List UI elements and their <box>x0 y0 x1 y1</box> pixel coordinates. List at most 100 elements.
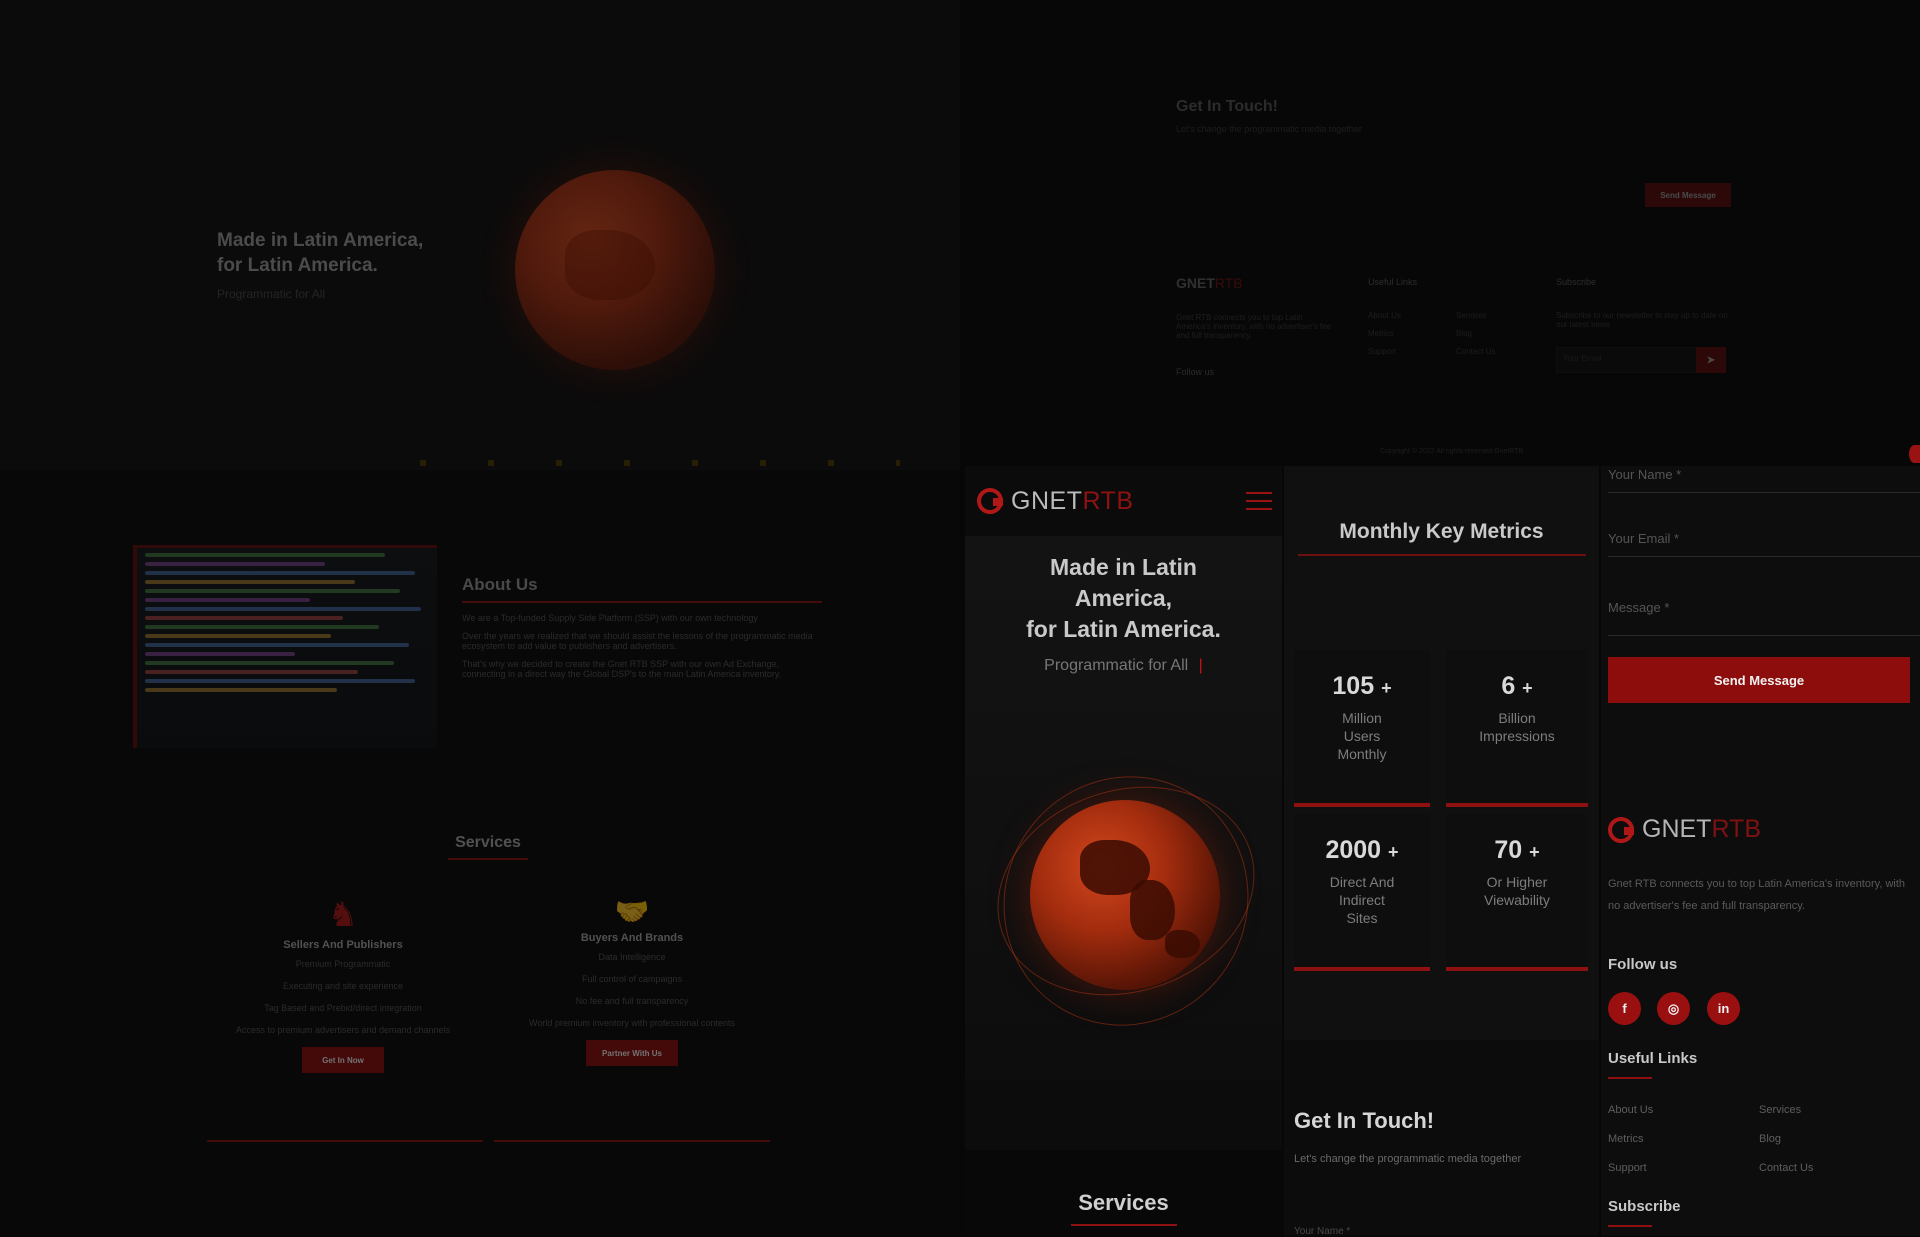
metric-card: 2000 + Direct And Indirect Sites <box>1294 814 1430 971</box>
about-code-image <box>133 545 437 748</box>
footer-link-about[interactable]: About Us <box>1608 1104 1653 1116</box>
service-item: Access to premium advertisers and demand… <box>235 1025 451 1035</box>
desktop-follow-label: Follow us <box>1176 367 1215 377</box>
mobile-navbar: GNETRTB <box>965 466 1282 536</box>
service-item: Full control of campaigns <box>581 974 683 984</box>
metric-value: 2000 <box>1325 836 1382 864</box>
about-section: About Us We are a Top-funded Supply Side… <box>462 575 822 679</box>
footer-link-blog[interactable]: Blog <box>1759 1133 1781 1145</box>
buyers-cta-button[interactable]: Partner With Us <box>586 1040 678 1066</box>
services-underline <box>448 858 528 860</box>
metrics-heading: Monthly Key Metrics <box>1339 520 1544 543</box>
mobile-services-title: Services <box>965 1190 1282 1226</box>
desktop-useful-links-title: Useful Links <box>1368 277 1418 287</box>
footer-link-contact[interactable]: Contact Us <box>1759 1162 1813 1174</box>
desktop-hero <box>0 0 960 470</box>
about-title: About Us <box>462 575 538 594</box>
desktop-footer-link[interactable]: About Us <box>1368 311 1401 320</box>
name-field[interactable]: Your Name * <box>1608 467 1920 493</box>
desktop-footer-link[interactable]: Contact Us <box>1456 347 1496 356</box>
hero-title-line1: Made in Latin <box>1050 554 1197 580</box>
logo-icon <box>1608 816 1634 843</box>
service-card-buyers: 🤝 Buyers And Brands Data Intelligence Fu… <box>497 895 767 1066</box>
email-field[interactable]: Your Email * <box>1608 531 1920 557</box>
service-item: Executing and site experience <box>282 981 404 991</box>
footer-link-metrics[interactable]: Metrics <box>1608 1133 1643 1145</box>
logo-main-text: GNET <box>1176 275 1215 291</box>
metric-plus: + <box>1381 678 1392 698</box>
hero-title-line3: for Latin America. <box>1026 616 1221 642</box>
metric-label-line: Viewability <box>1484 892 1550 908</box>
message-placeholder: Message * <box>1608 600 1670 615</box>
subscribe-heading: Subscribe <box>1608 1198 1681 1215</box>
footer-link-services[interactable]: Services <box>1759 1104 1801 1116</box>
desktop-footer-desc: Gnet RTB connects you to top Latin Ameri… <box>1176 313 1331 340</box>
name-placeholder: Your Name * <box>1608 467 1682 482</box>
mobile-footer-panel <box>1601 466 1920 1236</box>
metric-label-line: Sites <box>1346 910 1378 926</box>
service-item: No fee and full transparency <box>575 996 689 1006</box>
metric-label-line: Monthly <box>1337 746 1387 762</box>
name-field-bottom[interactable]: Your Name * <box>1294 1226 1350 1237</box>
service-item: Tag Based and Prebid/direct integration <box>264 1003 422 1013</box>
useful-links-heading: Useful Links <box>1608 1050 1698 1067</box>
metric-value: 105 <box>1332 672 1375 700</box>
metric-plus: + <box>1388 842 1399 862</box>
services-title: Services <box>1078 1190 1169 1215</box>
footer-description: Gnet RTB connects you to top Latin Ameri… <box>1608 878 1906 912</box>
desktop-footer-link[interactable]: Metrics <box>1368 329 1394 338</box>
message-field[interactable]: Message * <box>1608 600 1920 636</box>
desktop-footer-link[interactable]: Blog <box>1456 329 1472 338</box>
about-p1: We are a Top-funded Supply Side Platform… <box>462 613 758 623</box>
mobile-footer-logo: GNETRTB <box>1608 815 1761 844</box>
mobile-hero-subtitle: Programmatic for All | <box>965 657 1282 675</box>
sellers-cta-button[interactable]: Get In Now <box>302 1047 384 1073</box>
metrics-underline <box>1297 554 1586 556</box>
hero-subtitle: Programmatic for All <box>217 287 326 301</box>
logo-accent-text: RTB <box>1214 275 1243 291</box>
about-p3: That's why we decided to create the Gnet… <box>462 659 782 679</box>
hero-dots <box>420 460 900 466</box>
metric-plus: + <box>1529 842 1540 862</box>
desktop-subscribe-input[interactable]: Your Email <box>1556 347 1698 373</box>
globe-landmass <box>1130 880 1175 940</box>
service-card-underline <box>207 1140 483 1142</box>
metric-label-line: Indirect <box>1339 892 1385 908</box>
metric-card: 6 + Billion Impressions <box>1446 650 1588 807</box>
metric-value: 6 <box>1501 672 1516 700</box>
useful-links-underline <box>1608 1077 1652 1079</box>
send-icon[interactable]: ➤ <box>1696 347 1726 373</box>
contact-title: Get In Touch! <box>1176 98 1278 115</box>
desktop-copyright: Copyright © 2022 All rights reserved Gne… <box>1380 448 1524 455</box>
linkedin-icon[interactable]: in <box>1707 992 1740 1025</box>
metric-label-line: Users <box>1343 728 1381 744</box>
desktop-hero-title: Made in Latin America, for Latin America… <box>217 228 423 307</box>
subscribe-underline <box>1608 1225 1652 1227</box>
instagram-icon[interactable]: ◎ <box>1657 992 1690 1025</box>
desktop-footer-link[interactable]: Services <box>1456 311 1487 320</box>
mobile-globe <box>1030 800 1220 990</box>
desktop-services-title: Services <box>448 834 528 860</box>
desktop-send-button[interactable]: Send Message <box>1645 183 1731 207</box>
metric-label-line: Impressions <box>1479 728 1555 744</box>
footer-link-support[interactable]: Support <box>1608 1162 1647 1174</box>
contact-title: Get In Touch! <box>1294 1108 1435 1133</box>
desktop-email-placeholder: Your Email <box>1563 354 1602 363</box>
mobile-hero-title: Made in Latin America, for Latin America… <box>965 552 1282 645</box>
typing-cursor: | <box>1198 657 1203 674</box>
desktop-footer-link[interactable]: Support <box>1368 347 1396 356</box>
desktop-contact: Get In Touch! Let's change the programma… <box>1176 98 1736 134</box>
service-card-underline <box>494 1140 770 1142</box>
service-item: Data Intelligence <box>598 952 666 962</box>
handshake-icon: 🤝 <box>614 896 650 927</box>
facebook-icon[interactable]: f <box>1608 992 1641 1025</box>
hero-title-line2: for Latin America. <box>217 255 378 276</box>
hero-title-line1: Made in Latin America, <box>217 230 424 251</box>
metric-plus: + <box>1522 678 1533 698</box>
subscribe-title: Subscribe <box>1608 1198 1681 1227</box>
metric-card: 70 + Or Higher Viewability <box>1446 814 1588 971</box>
useful-links-title: Useful Links <box>1608 1050 1697 1079</box>
desktop-subscribe-title: Subscribe <box>1556 277 1597 287</box>
send-message-button[interactable]: Send Message <box>1608 657 1910 703</box>
hamburger-menu-icon[interactable] <box>1246 492 1272 510</box>
